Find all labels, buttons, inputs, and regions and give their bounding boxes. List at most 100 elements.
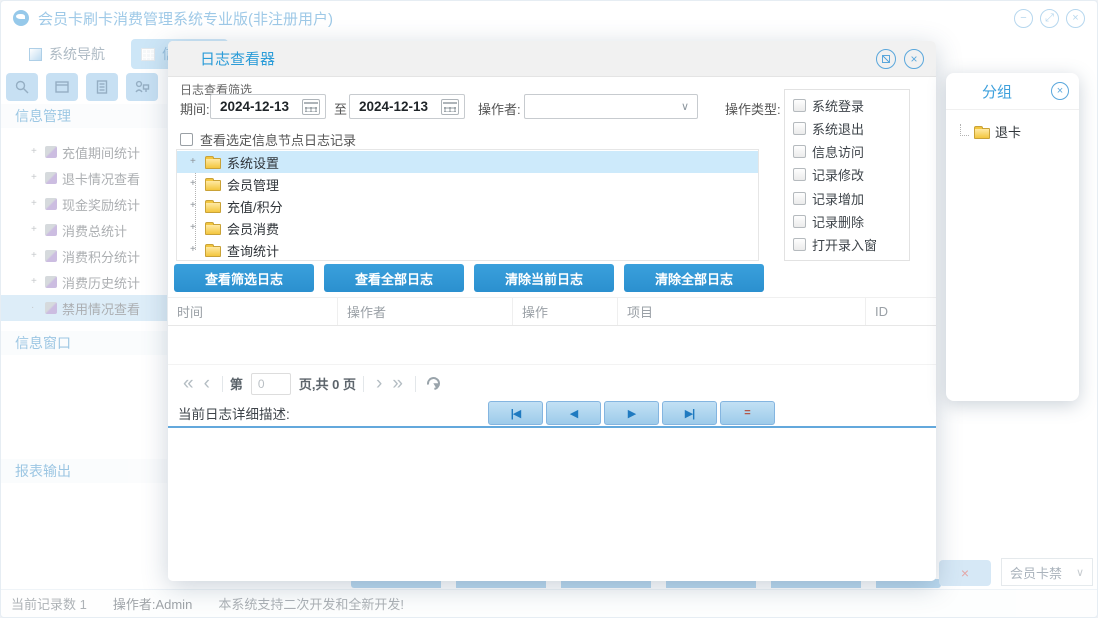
expander-icon[interactable]: + <box>190 201 199 211</box>
checkbox-icon[interactable] <box>793 237 806 251</box>
sidebar-item-cash-reward[interactable]: + 现金奖励统计 <box>1 191 167 217</box>
optype-info-access[interactable]: 信息访问 <box>793 142 901 161</box>
stat-tool-icon <box>45 146 57 158</box>
expander-icon[interactable]: + <box>190 179 199 189</box>
calendar-icon[interactable] <box>441 98 459 115</box>
prev-page-button[interactable]: ‹ <box>199 374 215 393</box>
column-operator[interactable]: 操作者 <box>338 298 513 325</box>
optype-open-entry-window[interactable]: 打开录入窗 <box>793 235 901 254</box>
checkbox-icon[interactable] <box>180 133 193 146</box>
date-from-input[interactable]: 2024-12-13 <box>210 94 326 119</box>
view-filtered-logs-button[interactable]: 查看筛选日志 <box>174 264 314 292</box>
stat-tool-icon <box>45 198 57 210</box>
status-record-count: 当前记录数 1 <box>11 597 87 612</box>
optype-record-modify[interactable]: 记录修改 <box>793 165 901 184</box>
log-node-tree: + 系统设置 + 会员管理 + 充值/积分 + 会员消费 + 查询统计 <box>176 149 759 261</box>
sidebar-item-recharge-period[interactable]: + 充值期间统计 <box>1 139 167 165</box>
expander-icon[interactable]: + <box>190 157 199 167</box>
detail-description-area[interactable] <box>168 430 936 581</box>
pagination-bar: « ‹ 第 页,共 0 页 › » <box>168 364 936 402</box>
sidebar-item-consume-total[interactable]: + 消费总统计 <box>1 217 167 243</box>
refresh-icon[interactable] <box>424 374 443 393</box>
minimize-button[interactable]: − <box>1014 8 1033 28</box>
page-number-input[interactable] <box>250 372 291 395</box>
view-all-logs-button[interactable]: 查看全部日志 <box>324 264 464 292</box>
sidebar-section-window[interactable]: 信息窗口 <box>1 331 167 355</box>
no-entry-icon <box>882 54 890 63</box>
dialog-close-button[interactable]: × <box>904 48 924 69</box>
optype-system-login[interactable]: 系统登录 <box>793 96 901 115</box>
sidebar-section-report[interactable]: 报表输出 <box>1 459 167 483</box>
expander-icon[interactable]: + <box>31 173 40 183</box>
checkbox-icon[interactable] <box>793 214 806 228</box>
tree-item-query-stats[interactable]: + 查询统计 <box>177 239 758 261</box>
next-page-button[interactable]: › <box>371 374 387 393</box>
window-tool-button[interactable] <box>46 73 78 101</box>
tab-system-nav[interactable]: 系统导航 <box>19 39 115 69</box>
dialog-pin-button[interactable] <box>876 48 896 69</box>
expander-icon[interactable]: + <box>31 199 40 209</box>
folder-icon <box>205 244 221 257</box>
first-page-button[interactable]: « <box>178 374 199 393</box>
search-button[interactable] <box>6 73 38 101</box>
user-computer-button[interactable] <box>126 73 158 101</box>
expander-icon[interactable]: + <box>31 277 40 287</box>
stat-tool-icon <box>45 224 57 236</box>
record-next-button[interactable]: ▶ <box>604 401 659 425</box>
operator-combobox[interactable]: ∨ <box>524 94 698 119</box>
checkbox-icon[interactable] <box>793 191 806 205</box>
optype-system-logout[interactable]: 系统退出 <box>793 119 901 138</box>
optype-record-add[interactable]: 记录增加 <box>793 189 901 208</box>
detail-description-row: 当前日志详细描述: |◀ ◀ ▶ ▶| = <box>168 400 936 428</box>
clear-all-logs-button[interactable]: 清除全部日志 <box>624 264 764 292</box>
record-first-button[interactable]: |◀ <box>488 401 543 425</box>
checkbox-icon[interactable] <box>793 145 806 159</box>
background-close-button[interactable]: × <box>939 560 991 586</box>
expander-icon[interactable]: + <box>190 245 199 255</box>
expander-icon[interactable]: + <box>31 147 40 157</box>
record-prev-button[interactable]: ◀ <box>546 401 601 425</box>
record-navigator: |◀ ◀ ▶ ▶| = <box>488 401 775 425</box>
tree-item-member-management[interactable]: + 会员管理 <box>177 173 758 195</box>
sidebar-tree: + 充值期间统计 + 退卡情况查看 + 现金奖励统计 + 消费总统计 + 消费积… <box>1 139 167 321</box>
background-combo[interactable]: 会员卡禁 ∨ <box>1001 558 1093 586</box>
expander-icon[interactable]: + <box>190 223 199 233</box>
document-button[interactable] <box>86 73 118 101</box>
expander-icon[interactable]: + <box>31 251 40 261</box>
checkbox-icon[interactable] <box>793 99 806 112</box>
maximize-button[interactable]: ⤢ <box>1040 8 1059 28</box>
column-id[interactable]: ID <box>866 298 936 325</box>
dialog-body: 日志查看筛选 期间: 2024-12-13 至 2024-12-13 操作者: … <box>168 77 936 581</box>
sidebar-item-disabled-view[interactable]: · 禁用情况查看 <box>1 295 167 321</box>
close-window-button[interactable]: × <box>1066 8 1085 28</box>
clear-current-logs-button[interactable]: 清除当前日志 <box>474 264 614 292</box>
sidebar-item-consume-history[interactable]: + 消费历史统计 <box>1 269 167 295</box>
checkbox-icon[interactable] <box>793 168 806 182</box>
expander-icon[interactable]: + <box>31 225 40 235</box>
sidebar-item-consume-points[interactable]: + 消费积分统计 <box>1 243 167 269</box>
record-last-button[interactable]: ▶| <box>662 401 717 425</box>
stat-tool-icon <box>45 302 57 314</box>
tree-item-system-settings[interactable]: + 系统设置 <box>177 151 758 173</box>
window-icon <box>55 81 69 93</box>
checkbox-icon[interactable] <box>793 122 806 136</box>
last-page-button[interactable]: » <box>387 374 408 393</box>
group-item-card-return[interactable]: 退卡 <box>946 110 1079 141</box>
column-time[interactable]: 时间 <box>168 298 338 325</box>
dialog-actions: 查看筛选日志 查看全部日志 清除当前日志 清除全部日志 <box>168 264 936 293</box>
dialog-header[interactable]: 日志查看器 × <box>168 41 936 77</box>
tree-item-recharge-points[interactable]: + 充值/积分 <box>177 195 758 217</box>
sidebar-item-card-return[interactable]: + 退卡情况查看 <box>1 165 167 191</box>
column-operation[interactable]: 操作 <box>513 298 618 325</box>
node-filter-checkbox[interactable]: 查看选定信息节点日志记录 <box>180 130 356 149</box>
sidebar-section-info[interactable]: 信息管理 <box>1 104 167 128</box>
status-message: 本系统支持二次开发和全新开发! <box>218 597 404 612</box>
tree-item-member-consume[interactable]: + 会员消费 <box>177 217 758 239</box>
record-delete-button[interactable]: = <box>720 401 775 425</box>
column-project[interactable]: 项目 <box>618 298 866 325</box>
app-logo-icon <box>13 10 29 26</box>
group-panel-close-button[interactable]: × <box>1051 82 1069 100</box>
date-to-input[interactable]: 2024-12-13 <box>349 94 465 119</box>
optype-record-delete[interactable]: 记录删除 <box>793 212 901 231</box>
calendar-icon[interactable] <box>302 98 320 115</box>
